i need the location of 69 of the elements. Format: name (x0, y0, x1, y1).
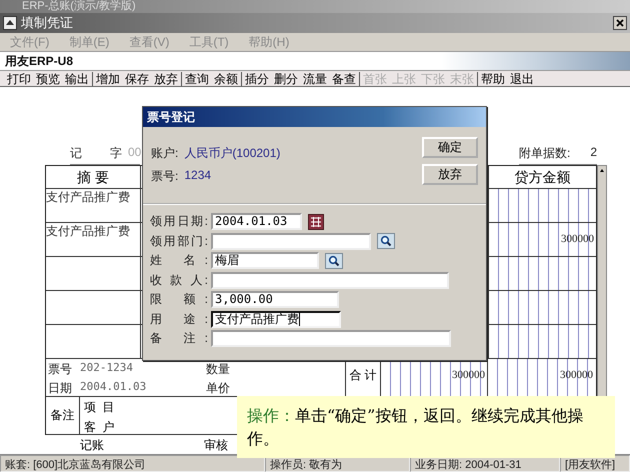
field-label: 收 款 人: (150, 272, 208, 289)
voucher-number: 00 (128, 145, 142, 161)
toolbar-button[interactable]: 退出 (510, 72, 534, 86)
field-label: 单价 (206, 380, 230, 397)
attachments-count: 2 (590, 145, 597, 161)
field-label: 限 额: (150, 291, 208, 308)
toolbar-button[interactable]: 增加 (96, 72, 120, 86)
ticket-number: 202-1234 (80, 361, 133, 376)
toolbar-button[interactable]: 删分 (274, 72, 298, 86)
close-icon[interactable] (613, 16, 627, 30)
field-label: 票号 (48, 361, 72, 378)
instruction-text: 操作：单击“确定”按钮，返回。继续完成其他操作。 (247, 405, 584, 450)
column-header: 摘 要 (46, 166, 141, 188)
calendar-icon[interactable] (308, 214, 324, 230)
toolbar-button[interactable]: 流量 (303, 72, 327, 86)
status-text: 操作员: 敬有为 (265, 455, 410, 472)
status-text: 业务日期: 2004-01-31 (410, 455, 560, 472)
input-field[interactable] (211, 232, 371, 250)
account-value: 人民币户(100201) (184, 145, 280, 162)
toolbar-button[interactable]: 放弃 (154, 72, 178, 86)
voucher-word: 字 (110, 145, 122, 162)
field-label: 姓 名: (150, 252, 208, 270)
scrollbar[interactable] (597, 165, 607, 398)
ticket-value: 1234 (184, 168, 212, 184)
status-text: [用友软件] (560, 455, 630, 472)
date-value: 2004.01.03 (80, 380, 146, 395)
field-label: 领用日期: (150, 213, 208, 230)
input-field[interactable]: 梅眉 (211, 252, 319, 270)
toolbar-button[interactable]: 预览 (36, 72, 60, 86)
input-field[interactable] (211, 272, 449, 289)
outer-window-title: ERP-总账(演示/教学版) (0, 0, 630, 13)
field-label: 项 目 (84, 399, 115, 416)
table-cell: 支付产品推广费 (46, 223, 141, 256)
input-field[interactable]: 支付产品推广费 (211, 310, 341, 328)
toolbar-button[interactable]: 保存 (125, 72, 149, 86)
toolbar-button[interactable]: 打印 (7, 72, 31, 86)
input-field[interactable]: 2004.01.03 (211, 213, 302, 230)
toolbar-button[interactable]: 备查 (332, 72, 356, 86)
search-icon[interactable] (325, 252, 343, 269)
field-label: 数量 (206, 361, 230, 378)
ticket-label: 票号: (151, 168, 178, 185)
column-header: 贷方金额 (514, 168, 572, 187)
input-field[interactable]: 3,000.00 (211, 291, 339, 308)
cancel-button[interactable]: 放弃 (422, 164, 478, 185)
search-icon[interactable] (377, 233, 395, 250)
field-label: 领用部门: (150, 232, 208, 250)
voucher-type: 记 (70, 145, 82, 162)
dialog-title: 票号登记 (143, 107, 486, 127)
toolbar-button[interactable]: 输出 (65, 72, 89, 86)
signature-label: 记账 (80, 437, 104, 454)
table-cell: 支付产品推广费 (46, 189, 141, 222)
field-label: 日期 (48, 380, 72, 397)
toolbar-button[interactable]: 帮助 (481, 72, 505, 86)
attachments-label: 附单据数: (518, 145, 570, 162)
field-label: 备 注: (150, 330, 208, 348)
field-label: 用 途: (150, 310, 208, 328)
toolbar-button[interactable]: 查询 (185, 72, 209, 86)
window-icon (3, 16, 17, 30)
input-field[interactable] (211, 330, 451, 348)
toolbar-button[interactable]: 余额 (214, 72, 238, 86)
toolbar-button[interactable]: 插分 (245, 72, 269, 86)
field-label: 客 户 (84, 419, 115, 436)
window-title: 填制凭证 (21, 14, 74, 32)
signature-label: 审核 (204, 437, 228, 454)
account-label: 账户: (151, 145, 178, 162)
logo-text: 用友ERP-U8 (5, 52, 74, 70)
status-text: 账套: [600]北京蓝岛有限公司 (0, 455, 265, 472)
field-label: 备注 (46, 397, 80, 434)
confirm-button[interactable]: 确定 (422, 137, 478, 158)
